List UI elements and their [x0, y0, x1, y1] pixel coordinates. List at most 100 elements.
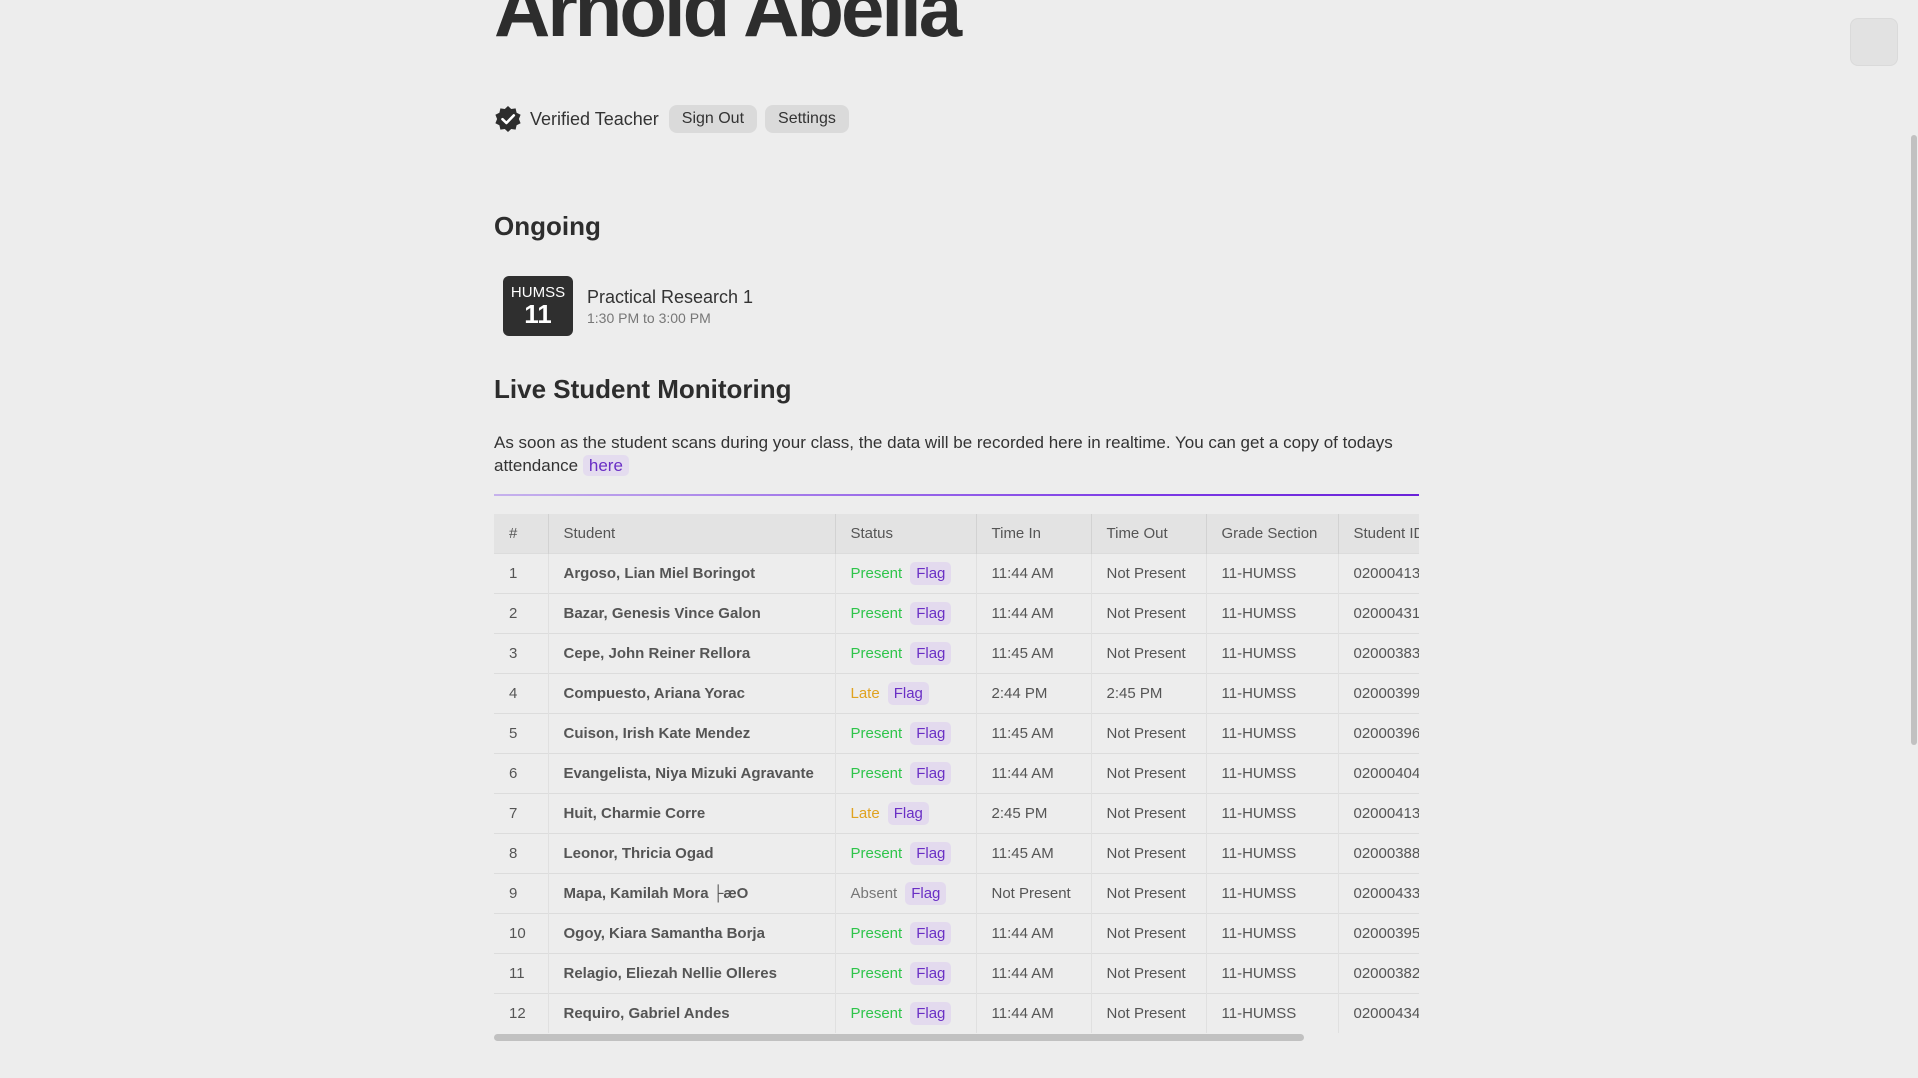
table-row: 12 Requiro, Gabriel Andes Present Flag 11:44…: [494, 993, 1419, 1033]
status-label: Absent: [850, 885, 898, 902]
flag-button[interactable]: Flag: [910, 842, 952, 865]
sign-out-button[interactable]: Sign Out: [668, 105, 758, 133]
status-cell: Present Flag: [835, 993, 977, 1033]
status-label: Present: [850, 645, 903, 662]
class-info: Practical Research 1 1:30 PM to 3:00 PM: [587, 287, 753, 326]
grade-section: 11-HUMSS: [1206, 913, 1339, 954]
flag-button[interactable]: Flag: [910, 562, 952, 585]
table-row: 5 Cuison, Irish Kate Mendez Present Flag 11:…: [494, 713, 1419, 754]
column-header-time-in: Time In: [976, 514, 1092, 554]
flag-button[interactable]: Flag: [910, 922, 952, 945]
row-number: 9: [494, 873, 549, 914]
status-cell: Present Flag: [835, 833, 977, 874]
flag-button[interactable]: Flag: [910, 642, 952, 665]
status-cell: Present Flag: [835, 633, 977, 674]
attendance-table-container[interactable]: # Student Status Time In Time Out Grade …: [494, 514, 1419, 1034]
column-header-status: Status: [835, 514, 977, 554]
student-name: Requiro, Gabriel Andes: [548, 993, 836, 1033]
time-out: Not Present: [1091, 633, 1207, 674]
time-in: 11:45 AM: [976, 633, 1092, 674]
time-out: Not Present: [1091, 873, 1207, 914]
status-label: Present: [850, 925, 903, 942]
vertical-scrollbar-thumb[interactable]: [1911, 135, 1917, 745]
horizontal-scrollbar[interactable]: [494, 1034, 1419, 1042]
class-badge: HUMSS 11: [503, 276, 573, 336]
student-name: Compuesto, Ariana Yorac: [548, 673, 836, 714]
table-row: 2 Bazar, Genesis Vince Galon Present Flag 11…: [494, 593, 1419, 634]
grade-section: 11-HUMSS: [1206, 713, 1339, 754]
corner-action-button[interactable]: [1850, 18, 1898, 66]
status-label: Present: [850, 725, 903, 742]
flag-button[interactable]: Flag: [910, 722, 952, 745]
table-row: 4 Compuesto, Ariana Yorac Late Flag 2:44 PM 2…: [494, 673, 1419, 714]
horizontal-scrollbar-thumb[interactable]: [494, 1034, 1304, 1041]
status-cell: Late Flag: [835, 793, 977, 834]
grade-section: 11-HUMSS: [1206, 673, 1339, 714]
time-in: 11:45 AM: [976, 833, 1092, 874]
status-cell: Late Flag: [835, 673, 977, 714]
time-out: 2:45 PM: [1091, 673, 1207, 714]
row-number: 12: [494, 993, 549, 1033]
student-name: Relagio, Eliezah Nellie Olleres: [548, 953, 836, 994]
student-name: Cuison, Irish Kate Mendez: [548, 713, 836, 754]
student-name: Huit, Charmie Corre: [548, 793, 836, 834]
time-in: 11:44 AM: [976, 953, 1092, 994]
column-header-time-out: Time Out: [1091, 514, 1207, 554]
student-id: 020003835: [1338, 633, 1419, 674]
student-name: Bazar, Genesis Vince Galon: [548, 593, 836, 634]
status-label: Late: [850, 685, 880, 702]
time-out: Not Present: [1091, 953, 1207, 994]
time-out: Not Present: [1091, 553, 1207, 594]
grade-section: 11-HUMSS: [1206, 993, 1339, 1033]
student-id: 020003959: [1338, 913, 1419, 954]
flag-button[interactable]: Flag: [887, 682, 929, 705]
time-out: Not Present: [1091, 993, 1207, 1033]
student-name: Ogoy, Kiara Samantha Borja: [548, 913, 836, 954]
status-cell: Present Flag: [835, 953, 977, 994]
student-id: 020004316: [1338, 593, 1419, 634]
student-name: Leonor, Thricia Ogad: [548, 833, 836, 874]
attendance-table-body: 1 Argoso, Lian Miel Boringot Present Flag 11…: [494, 553, 1419, 1033]
status-cell: Present Flag: [835, 553, 977, 594]
column-header-student: Student: [548, 514, 836, 554]
student-id: 020003885: [1338, 833, 1419, 874]
row-number: 4: [494, 673, 549, 714]
flag-button[interactable]: Flag: [910, 1002, 952, 1025]
flag-button[interactable]: Flag: [910, 602, 952, 625]
table-row: 3 Cepe, John Reiner Rellora Present Flag 11:…: [494, 633, 1419, 674]
status-label: Present: [850, 605, 903, 622]
row-number: 6: [494, 753, 549, 794]
table-row: 11 Relagio, Eliezah Nellie Olleres Present…: [494, 953, 1419, 994]
grade-section: 11-HUMSS: [1206, 953, 1339, 994]
grade-section: 11-HUMSS: [1206, 753, 1339, 794]
status-label: Present: [850, 765, 903, 782]
time-in: 11:44 AM: [976, 913, 1092, 954]
table-row: 9 Mapa, Kamilah Mora ├æO Absent Flag Not Pre…: [494, 873, 1419, 914]
column-header-student-id: Student ID: [1338, 514, 1419, 554]
attendance-copy-link[interactable]: here: [582, 455, 629, 476]
row-number: 10: [494, 913, 549, 954]
student-name: Mapa, Kamilah Mora ├æO: [548, 873, 836, 914]
ongoing-title: Ongoing: [494, 211, 601, 241]
verified-badge-icon: [494, 105, 522, 133]
time-out: Not Present: [1091, 753, 1207, 794]
settings-button[interactable]: Settings: [765, 105, 849, 133]
verified-label: Verified Teacher: [530, 108, 659, 129]
student-id: 020003829: [1338, 953, 1419, 994]
time-out: Not Present: [1091, 793, 1207, 834]
monitoring-description: As soon as the student scans during your…: [494, 431, 1419, 477]
student-id: 020004040: [1338, 753, 1419, 794]
row-number: 2: [494, 593, 549, 634]
class-subject: Practical Research 1: [587, 286, 754, 307]
attendance-table: # Student Status Time In Time Out Grade …: [494, 514, 1419, 1033]
status-cell: Present Flag: [835, 593, 977, 634]
status-cell: Present Flag: [835, 713, 977, 754]
status-label: Present: [850, 845, 903, 862]
ongoing-class-card[interactable]: HUMSS 11 Practical Research 1 1:30 PM to…: [503, 276, 753, 336]
flag-button[interactable]: Flag: [887, 802, 929, 825]
status-label: Present: [850, 1005, 903, 1022]
flag-button[interactable]: Flag: [905, 882, 947, 905]
flag-button[interactable]: Flag: [910, 962, 952, 985]
time-in: 11:44 AM: [976, 753, 1092, 794]
flag-button[interactable]: Flag: [910, 762, 952, 785]
